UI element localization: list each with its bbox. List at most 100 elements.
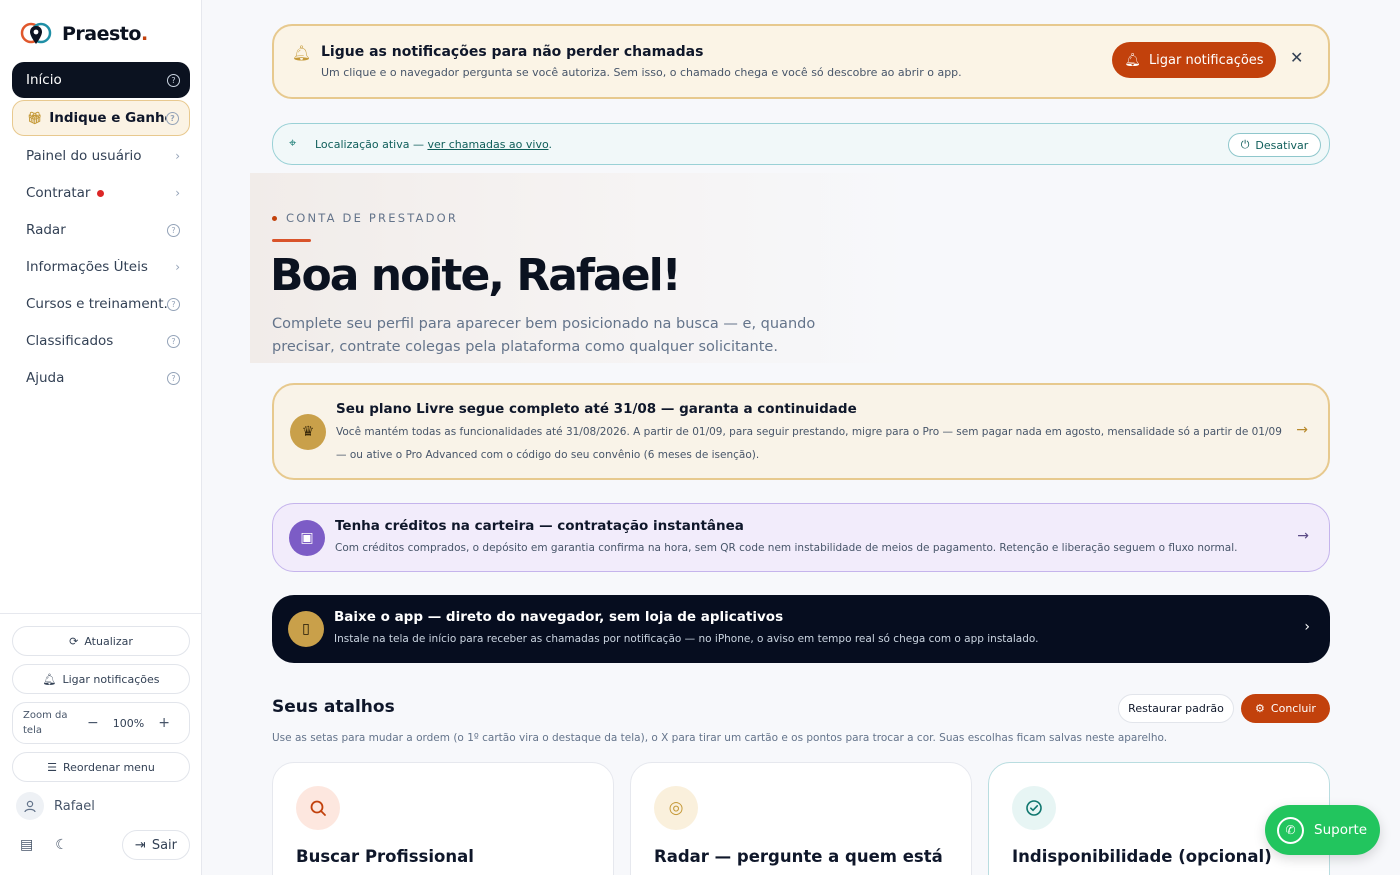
card-title: Seu plano Livre segue completo até 31/08… xyxy=(336,401,857,417)
help-icon[interactable]: ? xyxy=(167,297,180,311)
sliders-icon: ⚙ xyxy=(1255,702,1265,715)
bullet-dot xyxy=(272,215,277,221)
layout-icon[interactable]: ▤ xyxy=(20,837,33,853)
chevron-right-icon: › xyxy=(1304,619,1310,635)
zoom-in-button[interactable]: + xyxy=(158,715,170,731)
reorder-menu-button[interactable]: ☰ Reordenar menu xyxy=(12,752,190,782)
crown-icon: ♛ xyxy=(290,414,326,450)
sidebar-item-cursos[interactable]: Cursos e treinament... ? xyxy=(12,286,190,322)
sidebar-item-painel[interactable]: Painel do usuário › xyxy=(12,138,190,174)
sidebar-item-label: Informações Úteis xyxy=(26,259,148,275)
shortcuts-hint: Use as setas para mudar a ordem (o 1º ca… xyxy=(272,732,1168,744)
whatsapp-icon: ✆ xyxy=(1277,816,1304,844)
radar-icon: ◎ xyxy=(654,786,698,830)
arrow-right-icon: → xyxy=(1296,422,1308,438)
done-button[interactable]: ⚙ Concluir xyxy=(1241,694,1330,723)
zoom-control: Zoom da tela − 100% + xyxy=(12,702,190,744)
support-button[interactable]: ✆ Suporte xyxy=(1265,805,1380,855)
chevron-right-icon: › xyxy=(175,149,180,163)
chevron-right-icon: › xyxy=(175,186,180,200)
logout-button[interactable]: ⇥ Sair xyxy=(121,830,190,860)
phone-icon: ▯ xyxy=(288,611,324,647)
sidebar-item-label: Indique e Ganhe xyxy=(49,110,166,126)
zoom-value: 100% xyxy=(112,716,145,730)
shortcut-title: Radar — pergunte a quem está xyxy=(654,847,943,866)
location-status: Localização ativa — ver chamadas ao vivo… xyxy=(315,138,552,151)
refresh-button[interactable]: ⟳ Atualizar xyxy=(12,626,190,656)
wallet-icon: ▣ xyxy=(289,520,325,556)
refresh-icon: ⟳ xyxy=(69,634,79,648)
sidebar-item-label: Contratar xyxy=(26,185,91,201)
close-icon[interactable]: ✕ xyxy=(1290,48,1303,67)
bell-icon: 🔔︎ xyxy=(42,672,57,686)
chevron-right-icon: › xyxy=(175,260,180,274)
sidebar-item-contratar[interactable]: Contratar › xyxy=(12,175,190,211)
shortcut-card-radar[interactable]: ◎ Radar — pergunte a quem está xyxy=(630,762,972,875)
shortcuts-title: Seus atalhos xyxy=(272,697,395,717)
help-icon[interactable]: ? xyxy=(166,111,179,125)
zoom-out-button[interactable]: − xyxy=(87,715,99,731)
accent-underline xyxy=(272,239,311,242)
sidebar-item-label: Cursos e treinament... xyxy=(26,296,167,312)
gift-icon: 🎁︎ xyxy=(27,111,43,125)
wallet-card[interactable]: ▣ Tenha créditos na carteira — contrataç… xyxy=(272,503,1330,572)
sidebar-item-inicio[interactable]: Início ? xyxy=(12,62,190,98)
enable-notifications-cta[interactable]: 🔔︎ Ligar notificações xyxy=(1112,42,1276,78)
sidebar-item-label: Ajuda xyxy=(26,370,65,386)
card-text: Com créditos comprados, o depósito em ga… xyxy=(335,542,1238,554)
user-name: Rafael xyxy=(54,798,95,814)
moon-icon[interactable]: ☾ xyxy=(55,837,68,853)
page-subtitle: Complete seu perfil para aparecer bem po… xyxy=(272,316,816,355)
power-icon: ⏻ xyxy=(1240,138,1250,151)
banner-subtitle: Um clique e o navegador pergunta se você… xyxy=(321,66,962,79)
enable-notifications-button[interactable]: 🔔︎ Ligar notificações xyxy=(12,664,190,694)
card-title: Baixe o app — direto do navegador, sem l… xyxy=(334,609,784,625)
sidebar-item-label: Radar xyxy=(26,222,66,238)
sidebar-item-label: Classificados xyxy=(26,333,114,349)
help-icon[interactable]: ? xyxy=(167,334,180,348)
sidebar-item-informacoes[interactable]: Informações Úteis › xyxy=(12,249,190,285)
shortcut-card-buscar[interactable]: Buscar Profissional xyxy=(272,762,614,875)
sidebar-item-radar[interactable]: Radar ? xyxy=(12,212,190,248)
page-title: Boa noite, Rafael! xyxy=(270,250,682,301)
bell-icon: 🔔︎ xyxy=(292,44,312,62)
zoom-label: Zoom da tela xyxy=(23,710,68,736)
brand-name: Praesto. xyxy=(62,23,148,45)
sidebar-item-label: Início xyxy=(26,72,62,88)
location-pin-icon: ⌖ xyxy=(289,136,297,151)
user-avatar-icon xyxy=(16,792,44,820)
logo-mark-icon xyxy=(20,22,52,44)
location-bar: ⌖ Localização ativa — ver chamadas ao vi… xyxy=(272,123,1330,165)
card-text: Instale na tela de início para receber a… xyxy=(334,633,1039,645)
restore-default-button[interactable]: Restaurar padrão xyxy=(1118,694,1234,723)
search-icon xyxy=(296,786,340,830)
shortcut-title: Buscar Profissional xyxy=(296,847,474,866)
sidebar-item-ajuda[interactable]: Ajuda ? xyxy=(12,360,190,396)
sidebar-footer: ⟳ Atualizar 🔔︎ Ligar notificações Zoom d… xyxy=(0,613,202,860)
sidebar: Praesto. Início ? 🎁︎ Indique e Ganhe ? Pa… xyxy=(0,0,202,875)
live-calls-link[interactable]: ver chamadas ao vivo xyxy=(427,138,548,151)
plan-card[interactable]: ♛ Seu plano Livre segue completo até 31/… xyxy=(272,383,1330,480)
sidebar-item-indique-e-ganhe[interactable]: 🎁︎ Indique e Ganhe ? xyxy=(12,100,190,136)
bell-icon: 🔔︎ xyxy=(1124,52,1141,68)
help-icon[interactable]: ? xyxy=(167,223,180,237)
shortcut-title: Indisponibilidade (opcional) xyxy=(1012,847,1272,866)
check-circle-icon xyxy=(1012,786,1056,830)
disable-location-button[interactable]: ⏻ Desativar xyxy=(1228,133,1321,157)
account-type-label: CONTA DE PRESTADOR xyxy=(272,211,458,225)
sidebar-item-label: Painel do usuário xyxy=(26,148,142,164)
card-text: Você mantém todas as funcionalidades até… xyxy=(336,426,1282,461)
logout-icon: ⇥ xyxy=(134,837,146,853)
banner-title: Ligue as notificações para não perder ch… xyxy=(321,44,704,60)
notification-banner: 🔔︎ Ligue as notificações para não perder… xyxy=(272,24,1330,99)
card-title: Tenha créditos na carteira — contratação… xyxy=(335,518,744,534)
alert-dot xyxy=(97,189,105,197)
download-app-card[interactable]: ▯ Baixe o app — direto do navegador, sem… xyxy=(272,595,1330,663)
sidebar-item-classificados[interactable]: Classificados ? xyxy=(12,323,190,359)
sidebar-nav: Início ? 🎁︎ Indique e Ganhe ? Painel do u… xyxy=(12,62,190,397)
brand-logo[interactable]: Praesto. xyxy=(20,20,148,48)
list-icon: ☰ xyxy=(47,760,57,774)
user-profile[interactable]: Rafael xyxy=(12,790,190,822)
help-icon[interactable]: ? xyxy=(167,371,180,385)
help-icon[interactable]: ? xyxy=(167,73,180,87)
